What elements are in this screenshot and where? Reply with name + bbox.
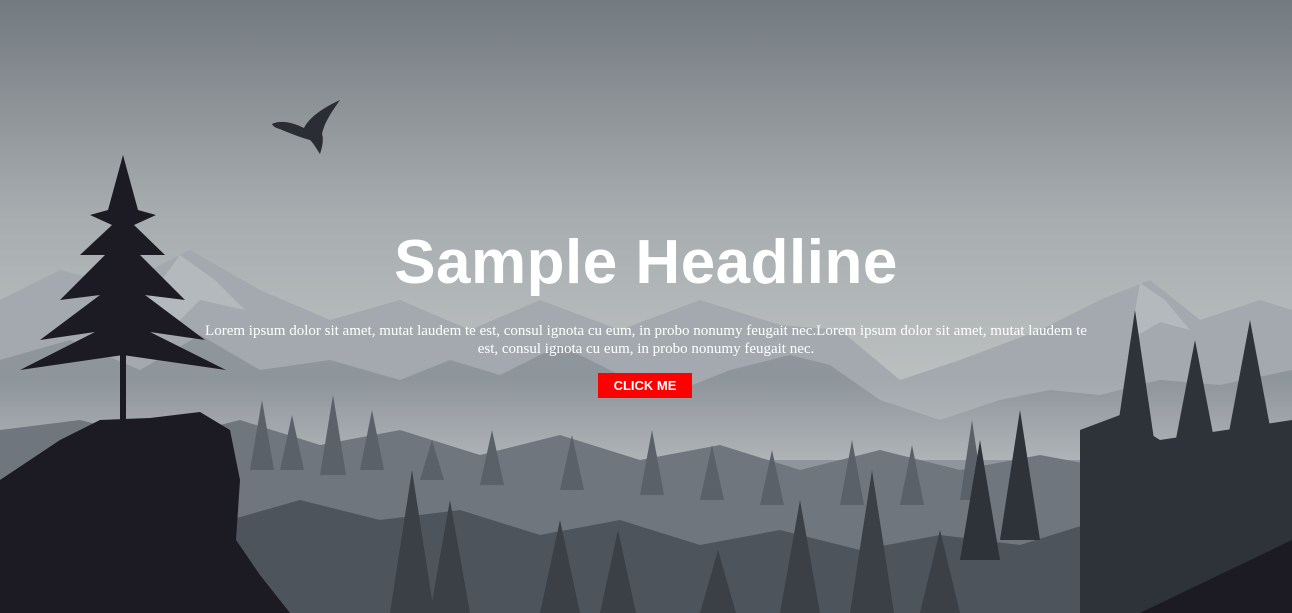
click-me-button[interactable]: CLICK ME (598, 373, 692, 398)
hero-content: Sample Headline Lorem ipsum dolor sit am… (0, 0, 1292, 613)
hero-section: Sample Headline Lorem ipsum dolor sit am… (0, 0, 1292, 613)
hero-paragraph: Lorem ipsum dolor sit amet, mutat laudem… (205, 323, 1087, 357)
page-title: Sample Headline (394, 228, 898, 297)
